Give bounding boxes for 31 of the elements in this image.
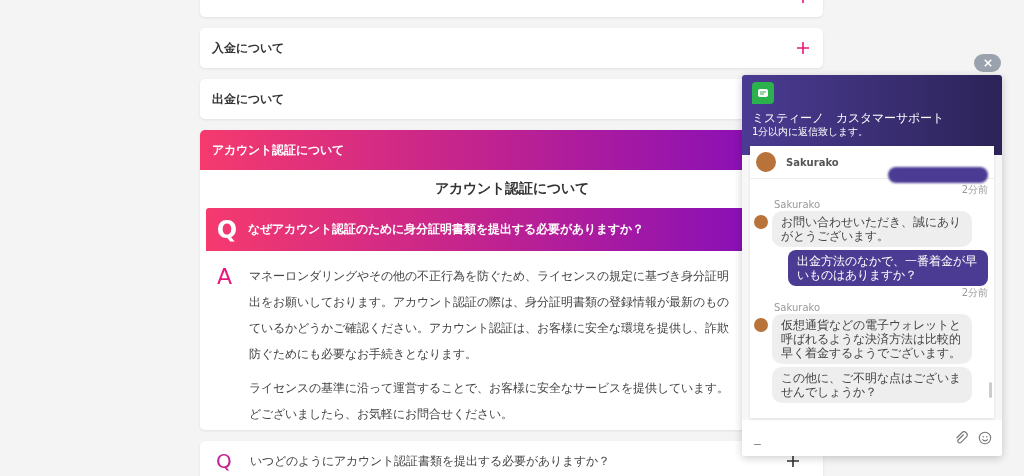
answer-mark: A — [215, 263, 234, 291]
question-text: なぜアカウント認証のために身分証明書類を提出する必要がありますか？ — [248, 221, 644, 238]
scrollbar-thumb[interactable] — [989, 382, 992, 398]
paperclip-icon[interactable] — [954, 431, 968, 445]
user-message: 出金方法のなかで、一番着金が早いものはありますか？ — [788, 250, 988, 286]
agent-message: 仮想通貨などの電子ウォレットと呼ばれるような決済方法は比較的早く着金するようでございます。 — [772, 314, 972, 364]
question-mark: Q — [216, 449, 233, 473]
category-item[interactable]: 入金について — [200, 28, 823, 68]
avatar — [756, 152, 776, 172]
message-time: 2分前 — [961, 184, 988, 196]
smiley-icon[interactable] — [978, 431, 992, 445]
answer-paragraph: ライセンスの基準に沿って運営することで、お客様に安全なサービスを提供しています。 どございましたら、お気軽にお問合せください。 — [249, 380, 729, 423]
avatar — [754, 215, 768, 229]
close-icon — [983, 59, 992, 67]
avatar — [754, 318, 768, 332]
sender-name: Sakurako — [774, 302, 822, 314]
category-title: 入金について — [212, 39, 284, 57]
question-mark: Q — [215, 215, 239, 244]
message-field[interactable]: _ — [742, 420, 1002, 456]
plus-icon — [797, 42, 809, 54]
sender-name: Sakurako — [774, 199, 822, 211]
answer-paragraph: マネーロンダリングやその他の不正行為を防ぐため、ライセンスの規定に基づき身分証明 出をお願いしております。アカウント認証の際は、身分証明書類の登録情報が最新のもの ているかどうかご確認ください。アカウント認証は、お客様に安全な環境を提供し、詐欺 防ぐためにも必要なお手続きとなります。 — [249, 268, 729, 363]
question-text: いつどのようにアカウント認証書類を提出する必要がありますか？ — [250, 452, 610, 470]
chat-bubble-icon — [752, 82, 774, 104]
message-time: 2分前 — [961, 287, 988, 299]
agent-message: この他に、ご不明な点はございませんでしょうか？ — [772, 367, 972, 403]
close-button[interactable] — [974, 54, 1001, 72]
section-heading: アカウント認証について — [434, 179, 589, 198]
category-title: 出金について — [212, 90, 284, 108]
plus-icon — [787, 455, 799, 467]
agent-message: お問い合わせいただき、誠にありがとうございます。 — [772, 211, 972, 247]
